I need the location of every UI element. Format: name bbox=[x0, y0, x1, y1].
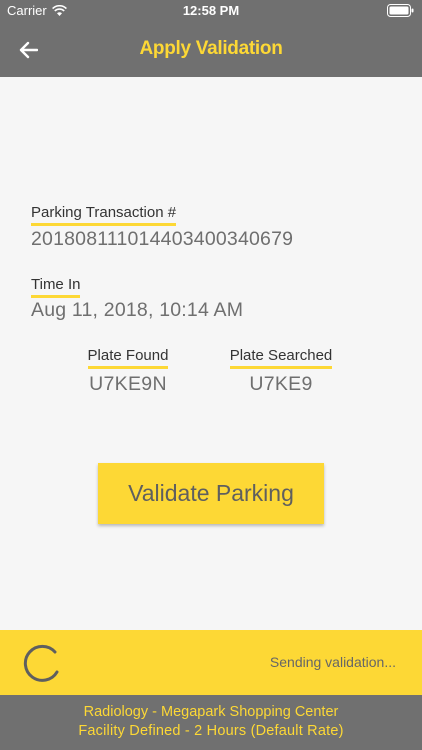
transaction-number: 20180811101440340034067​9 bbox=[31, 228, 294, 250]
plate-searched-value: U7KE9 bbox=[249, 373, 313, 395]
time-in-label: Time In bbox=[31, 276, 81, 298]
loading-spinner-icon bbox=[22, 643, 62, 688]
plate-searched-label: Plate Searched bbox=[229, 347, 333, 369]
status-panel: Sending validation... bbox=[0, 630, 422, 695]
page-title: Apply Validation bbox=[139, 38, 283, 59]
facility-name: Radiology - Megapark Shopping Center bbox=[83, 704, 339, 720]
plate-found-value: U7KE9N bbox=[89, 373, 167, 395]
facility-footer: Radiology - Megapark Shopping Center Fac… bbox=[0, 695, 422, 750]
plate-searched-group: Plate Searched U7KE9 bbox=[211, 347, 351, 396]
transaction-label: Parking Transaction # bbox=[31, 204, 177, 226]
status-time: 12:58 PM bbox=[182, 3, 240, 18]
status-message: Sending validation... bbox=[269, 654, 396, 670]
plate-found-group: Plate Found U7KE9N bbox=[58, 347, 198, 396]
time-in-value: Aug 11, 2018, 10:14 AM bbox=[31, 299, 244, 321]
navigation-bar: Apply Validation bbox=[0, 22, 422, 77]
rate-info: Facility Defined - 2 Hours (Default Rate… bbox=[78, 723, 344, 739]
status-bar: Carrier 12:58 PM bbox=[0, 0, 422, 22]
validate-parking-button[interactable]: Validate Parking bbox=[98, 463, 324, 524]
battery-icon bbox=[387, 4, 414, 20]
plate-found-label: Plate Found bbox=[87, 347, 169, 369]
